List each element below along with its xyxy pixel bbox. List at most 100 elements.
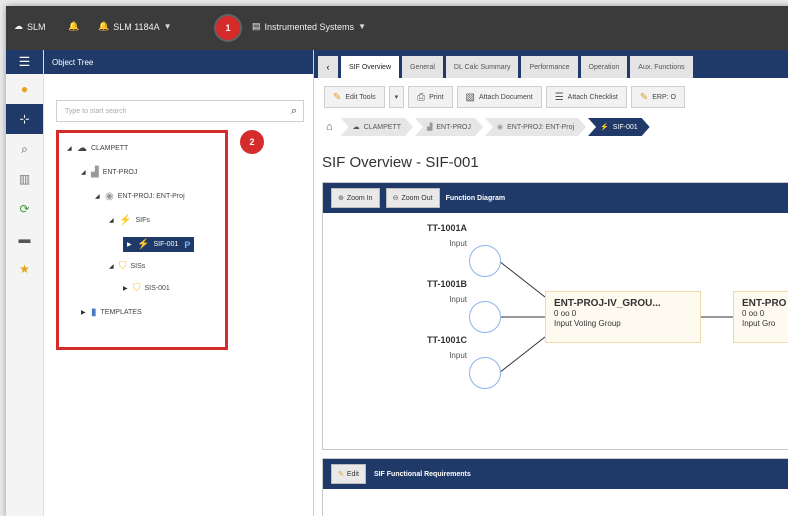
app-window: ☁ SLM 🔔 🔔 SLM 1184A ▼ 1 ▤ Instrumented S… xyxy=(6,6,788,516)
rail-favorites-button[interactable]: ● xyxy=(6,74,43,104)
hierarchy-icon: ⊹ xyxy=(19,112,30,126)
collapse-icon: ◢ xyxy=(109,264,114,270)
tab-sif-overview[interactable]: SIF Overview xyxy=(341,56,400,78)
zoom-in-button[interactable]: ⊕ Zoom In xyxy=(331,188,380,208)
zoom-out-icon: ⊖ xyxy=(392,195,399,202)
edit-tools-button[interactable]: ✎ Edit Tools xyxy=(324,86,385,108)
zoom-in-icon: ⊕ xyxy=(338,195,344,202)
breadcrumb-item[interactable]: ◉ ENT-PROJ: ENT-Proj xyxy=(485,118,586,136)
app-name: SLM xyxy=(27,21,46,32)
tab-aux-functions[interactable]: Aux. Functions xyxy=(630,56,693,78)
page-title: SIF Overview - SIF-001 xyxy=(322,154,479,171)
main-content: ‹ SIF Overview General DL Calc Summary P… xyxy=(314,50,788,516)
edit-requirements-button[interactable]: ✎ Edit xyxy=(331,464,366,484)
voting-group-node[interactable]: ENT-PROJ-IV_GROU... 0 oo 0 Input Voting … xyxy=(545,291,701,343)
collapse-icon: ◢ xyxy=(67,146,72,152)
bell-icon: 🔔 xyxy=(98,21,110,31)
chevron-down-icon: ▼ xyxy=(163,22,172,31)
tree-node-sif-001[interactable]: ▶ ⚡ SIF-001 P xyxy=(123,237,195,252)
report-icon: ▥ xyxy=(18,172,31,186)
search-icon: ⌕ xyxy=(290,105,297,117)
rail-minus-button[interactable]: ▬ xyxy=(6,224,43,254)
context-selector[interactable]: ▤ Instrumented Systems ▼ xyxy=(252,21,366,32)
tab-performance[interactable]: Performance xyxy=(521,56,578,78)
context-label: Instrumented Systems xyxy=(264,21,355,32)
tree-node-clampett[interactable]: ◢ ☁ CLAMPETT xyxy=(67,143,128,154)
app-switcher[interactable]: ☁ SLM xyxy=(14,21,46,32)
rail-star-button[interactable]: ★ xyxy=(6,254,43,284)
lightning-icon: ⚡ xyxy=(119,215,132,226)
cloud-icon: ☁ xyxy=(352,124,360,131)
panel-title: Object Tree xyxy=(44,50,313,74)
search-icon: ⌕ xyxy=(21,141,28,156)
functional-requirements-panel: ✎ Edit SIF Functional Requirements xyxy=(322,458,788,516)
home-icon: ⌂ xyxy=(326,121,333,133)
breadcrumb-item[interactable]: ▟ ENT-PROJ xyxy=(415,118,483,136)
print-button[interactable]: ⎙ Print xyxy=(408,86,453,108)
star-icon: ★ xyxy=(19,262,30,276)
diagram-toolbar: ⊕ Zoom In ⊖ Zoom Out Function Diagram xyxy=(323,183,788,213)
input-circle[interactable] xyxy=(469,301,501,333)
bell-button[interactable]: 🔔 xyxy=(68,21,79,32)
input-circle[interactable] xyxy=(469,357,501,389)
attach-document-button[interactable]: ▧ Attach Document xyxy=(456,86,542,108)
breadcrumb-item[interactable]: ☁ CLAMPETT xyxy=(341,118,413,136)
requirements-toolbar: ✎ Edit SIF Functional Requirements xyxy=(323,459,788,489)
expand-icon: ▶ xyxy=(127,242,132,248)
home-button[interactable]: ⌂ xyxy=(320,118,339,136)
pencil-icon: ✎ xyxy=(639,91,649,103)
erp-button[interactable]: ✎ ERP: O xyxy=(630,86,685,108)
attach-checklist-button[interactable]: ☰ Attach Checklist xyxy=(545,86,627,108)
expand-icon: ▶ xyxy=(123,286,128,292)
tab-dl-calc-summary[interactable]: DL Calc Summary xyxy=(445,56,519,78)
left-rail: ☰ ● ⊹ ⌕ ▥ ⟳ ▬ ★ xyxy=(6,50,44,516)
input-node[interactable]: TT-1001B Input xyxy=(393,279,467,304)
breadcrumb-current[interactable]: ⚡ SIF-001 xyxy=(588,118,650,136)
input-node[interactable]: TT-1001A Input xyxy=(393,223,467,248)
tree-node-ent-proj[interactable]: ◢ ▟ ENT-PROJ xyxy=(81,167,137,178)
tab-general[interactable]: General xyxy=(402,56,443,78)
hamburger-icon: ☰ xyxy=(18,54,31,69)
lightning-icon: ⚡ xyxy=(137,239,150,250)
shield-icon: ⛉ xyxy=(119,261,127,272)
input-node[interactable]: TT-1001C Input xyxy=(393,335,467,360)
tree-search-input[interactable]: Type to start search ⌕ xyxy=(56,100,304,122)
status-flag: P xyxy=(184,239,191,250)
rail-refresh-button[interactable]: ⟳ xyxy=(6,194,43,224)
edit-tools-dropdown[interactable]: ▾ xyxy=(388,86,405,108)
object-tree-panel: Object Tree Type to start search ⌕ 2 ◢ ☁… xyxy=(44,50,314,516)
cloud-icon: ☁ xyxy=(77,143,87,154)
input-circle[interactable] xyxy=(469,245,501,277)
callout-badge-1: 1 xyxy=(216,16,240,40)
rail-tree-button[interactable]: ⊹ xyxy=(6,104,43,134)
tabs-back-button[interactable]: ‹ xyxy=(318,56,338,78)
tree-node-templates[interactable]: ▶ ▮ TEMPLATES xyxy=(81,307,142,318)
printer-icon: ⎙ xyxy=(417,91,426,103)
menu-button[interactable]: ☰ xyxy=(6,50,43,74)
connector-line xyxy=(498,336,546,374)
refresh-icon: ⟳ xyxy=(19,202,30,216)
tree-node-siss[interactable]: ◢ ⛉ SISs xyxy=(109,261,145,272)
tab-bar: ‹ SIF Overview General DL Calc Summary P… xyxy=(314,50,788,78)
chevron-down-icon: ▼ xyxy=(358,22,366,31)
pencil-icon: ✎ xyxy=(338,471,344,478)
breadcrumb: ⌂ ☁ CLAMPETT ▟ ENT-PROJ ◉ ENT-PROJ: ENT-… xyxy=(320,116,650,138)
zoom-out-button[interactable]: ⊖ Zoom Out xyxy=(385,188,440,208)
attachment-icon: ▧ xyxy=(465,91,475,103)
voting-group-node[interactable]: ENT-PRO 0 oo 0 Input Gro xyxy=(733,291,788,343)
rail-report-button[interactable]: ▥ xyxy=(6,164,43,194)
collapse-icon: ◢ xyxy=(109,218,114,224)
cloud-icon: ☁ xyxy=(14,21,23,31)
rail-search-button[interactable]: ⌕ xyxy=(6,134,43,164)
tab-operation[interactable]: Operation xyxy=(580,56,628,78)
collapse-icon: ◢ xyxy=(95,194,100,200)
tree-node-sifs[interactable]: ◢ ⚡ SIFs xyxy=(109,215,150,226)
tree-node-sis-001[interactable]: ▶ ⛉ SIS-001 xyxy=(123,283,170,294)
checklist-icon: ☰ xyxy=(554,91,564,103)
collapse-icon: ◢ xyxy=(81,170,86,176)
tree-node-ent-proj-unit[interactable]: ◢ ◉ ENT-PROJ: ENT-Proj xyxy=(95,191,185,202)
site-selector[interactable]: 🔔 SLM 1184A ▼ xyxy=(98,21,172,32)
chevron-down-icon: ▾ xyxy=(394,94,399,101)
pencil-icon: ✎ xyxy=(333,91,342,103)
callout-badge-2: 2 xyxy=(240,130,264,154)
